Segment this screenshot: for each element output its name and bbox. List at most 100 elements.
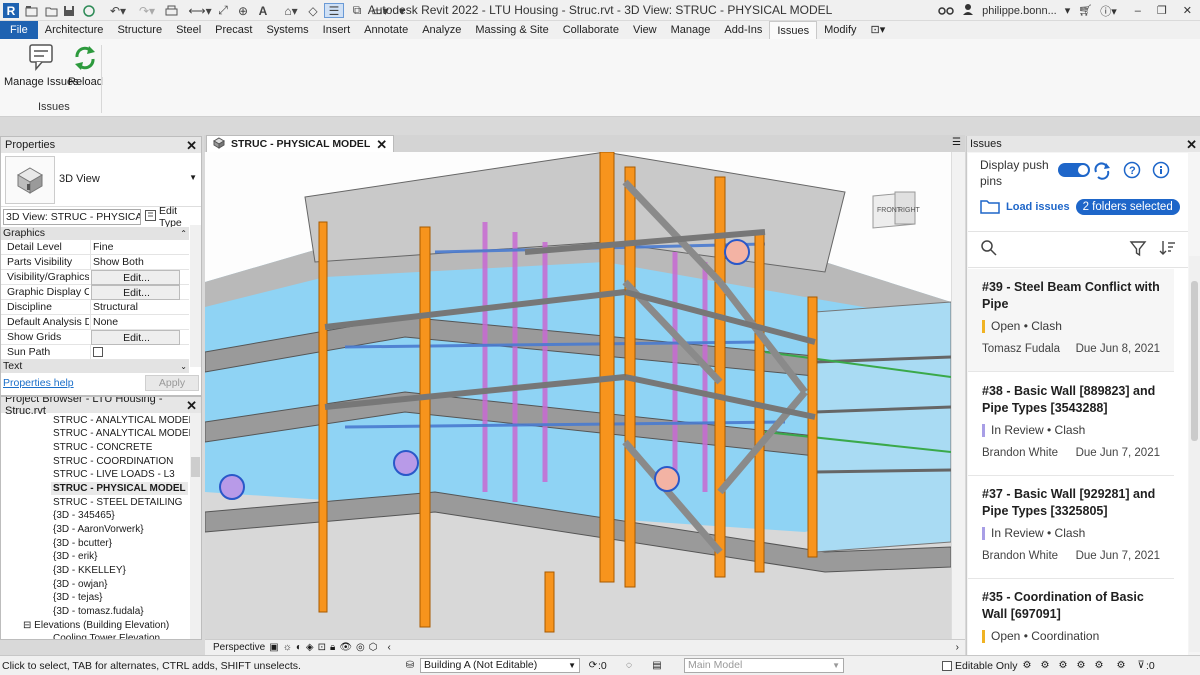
sync-cloud-icon[interactable] <box>82 3 96 18</box>
collapse-minus-icon[interactable]: ⊟ <box>23 620 31 631</box>
edit-type-button[interactable]: Edit Type <box>145 205 201 229</box>
tree-item[interactable]: STRUC - LIVE LOADS - L3 <box>53 468 175 481</box>
property-row[interactable]: Default Analysis D... None <box>1 315 189 330</box>
worksets-icon[interactable]: ⛁ <box>403 658 417 672</box>
background-process-icon[interactable]: ⚙ <box>1114 658 1128 672</box>
face-select-icon[interactable]: ⚙ <box>1074 658 1088 672</box>
property-row[interactable]: Visibility/Graphics... Edit... <box>1 270 189 285</box>
issue-card[interactable]: #39 - Steel Beam Conflict with Pipe Open… <box>968 269 1174 372</box>
property-row[interactable]: Detail Level Fine <box>1 240 189 255</box>
design-option-select[interactable]: Main Model ▼ <box>684 658 844 673</box>
editable-only-checkbox[interactable] <box>942 661 952 671</box>
edit-button[interactable]: Edit... <box>91 330 180 345</box>
user-menu-chevron-icon[interactable]: ▾ <box>1065 4 1071 17</box>
tab-modify[interactable]: Modify <box>817 21 863 39</box>
minimize-icon[interactable]: – <box>1135 5 1141 17</box>
sun-path-checkbox-cell[interactable] <box>90 345 189 360</box>
tag-icon[interactable]: ⊕ <box>236 3 250 18</box>
scroll-thumb[interactable] <box>191 457 200 477</box>
tree-item[interactable]: {3D - 345465} <box>53 509 115 522</box>
tree-item[interactable]: STRUC - COORDINATION <box>53 455 173 468</box>
type-selector[interactable]: 3D View ▼ <box>1 153 201 207</box>
edit-button[interactable]: Edit... <box>91 285 180 300</box>
properties-scrollbar[interactable] <box>190 225 201 367</box>
binoculars-icon[interactable] <box>938 3 954 19</box>
tree-item[interactable]: STRUC - STEEL DETAILING <box>53 496 182 509</box>
close-icon[interactable]: ✕ <box>186 139 197 152</box>
customize-qat-icon[interactable]: ▾ <box>396 3 408 18</box>
property-value[interactable]: Fine <box>90 240 189 255</box>
tab-file[interactable]: File <box>0 21 38 39</box>
tab-precast[interactable]: Precast <box>208 21 259 39</box>
reload-button[interactable]: Reload <box>68 43 103 88</box>
property-row[interactable]: Sun Path <box>1 345 189 360</box>
folder-icon[interactable] <box>980 198 1000 217</box>
help-menu-icon[interactable]: ⓘ▾ <box>1100 3 1117 19</box>
property-row[interactable]: Discipline Structural <box>1 300 189 315</box>
help-icon[interactable]: ? <box>1123 161 1141 182</box>
worksharing-display-icon[interactable]: ⬡ <box>369 642 378 653</box>
user-icon[interactable] <box>962 3 974 19</box>
scroll-left-icon[interactable]: ‹ <box>388 642 391 653</box>
collapse-icon[interactable]: ⌃ <box>180 227 187 240</box>
tree-item[interactable]: {3D - KKELLEY} <box>53 564 126 577</box>
view-tabs-menu-icon[interactable]: ☰ <box>952 137 961 148</box>
viewcube-right-label[interactable]: RIGHT <box>898 207 921 214</box>
tree-item[interactable]: {3D - AaronVorwerk} <box>53 523 144 536</box>
temp-hide-icon[interactable]: 👁︎ <box>339 642 352 653</box>
section-graphics[interactable]: Graphics ⌃ <box>1 227 189 240</box>
scroll-right-icon[interactable]: › <box>956 642 959 653</box>
revit-logo-icon[interactable]: R <box>3 3 19 18</box>
viewport-scrollbar[interactable] <box>951 152 965 639</box>
close-window-icon[interactable]: ✕ <box>1183 4 1192 17</box>
tab-structure[interactable]: Structure <box>110 21 169 39</box>
tab-issues[interactable]: Issues <box>769 21 818 39</box>
lock-view-icon[interactable]: 🔒︎ <box>330 642 335 653</box>
tab-annotate[interactable]: Annotate <box>357 21 415 39</box>
folder-icon[interactable] <box>44 3 58 18</box>
ribbon-options-icon[interactable]: ⊡▾ <box>864 21 893 39</box>
tab-collaborate[interactable]: Collaborate <box>556 21 626 39</box>
tree-item[interactable]: {3D - bcutter} <box>53 537 112 550</box>
redo-icon[interactable]: ↷▾ <box>136 3 158 18</box>
visual-style-icon[interactable]: ▣ <box>269 642 278 653</box>
properties-help-link[interactable]: Properties help <box>3 377 74 389</box>
user-name[interactable]: philippe.bonn... <box>982 5 1057 17</box>
tree-item[interactable]: {3D - tejas} <box>53 591 102 604</box>
tree-item-selected[interactable]: STRUC - PHYSICAL MODEL <box>51 482 188 495</box>
text-icon[interactable]: A <box>256 3 270 18</box>
tree-group-elevations[interactable]: ⊟ Elevations (Building Elevation) <box>23 619 169 632</box>
tab-manage[interactable]: Manage <box>664 21 718 39</box>
reveal-hidden-icon[interactable]: ◎ <box>356 642 365 653</box>
close-icon[interactable]: ✕ <box>376 138 387 151</box>
sort-icon[interactable] <box>1158 239 1176 260</box>
tree-item[interactable]: {3D - erik} <box>53 550 97 563</box>
folders-selected-badge[interactable]: 2 folders selected <box>1075 199 1180 215</box>
tree-item[interactable]: {3D - owjan} <box>53 578 107 591</box>
crop-view-icon[interactable]: ⊡ <box>318 642 326 653</box>
apply-button[interactable]: Apply <box>145 375 199 391</box>
tree-item[interactable]: {3D - tomasz.fudala} <box>53 605 144 618</box>
tab-massing-site[interactable]: Massing & Site <box>468 21 555 39</box>
save-icon[interactable] <box>62 3 76 18</box>
property-row[interactable]: Show Grids Edit... <box>1 330 189 345</box>
issues-scrollbar[interactable] <box>1189 256 1200 652</box>
section-text[interactable]: Text ⌄ <box>1 360 189 373</box>
tree-item[interactable]: STRUC - CONCRETE <box>53 441 152 454</box>
dimension-icon[interactable]: ⤢ <box>216 3 230 18</box>
issue-card[interactable]: #35 - Coordination of Basic Wall [697091… <box>968 579 1174 655</box>
filter-icon[interactable] <box>1129 239 1147 260</box>
pinned-select-icon[interactable]: ⚙ <box>1056 658 1070 672</box>
load-issues-link[interactable]: Load issues <box>1006 201 1070 213</box>
expand-icon[interactable]: ⌄ <box>180 360 187 373</box>
tab-add-ins[interactable]: Add-Ins <box>717 21 769 39</box>
chevron-down-icon[interactable]: ▼ <box>189 173 197 182</box>
switch-windows-icon[interactable]: ▭▾ <box>370 3 390 18</box>
issue-card[interactable]: #37 - Basic Wall [929281] and Pipe Types… <box>968 476 1174 579</box>
property-row[interactable]: Graphic Display O... Edit... <box>1 285 189 300</box>
design-options-icon[interactable]: ◌ <box>622 658 636 672</box>
link-select-icon[interactable]: ⚙ <box>1020 658 1034 672</box>
tab-insert[interactable]: Insert <box>316 21 358 39</box>
tab-steel[interactable]: Steel <box>169 21 208 39</box>
property-value[interactable]: Structural <box>90 300 189 315</box>
